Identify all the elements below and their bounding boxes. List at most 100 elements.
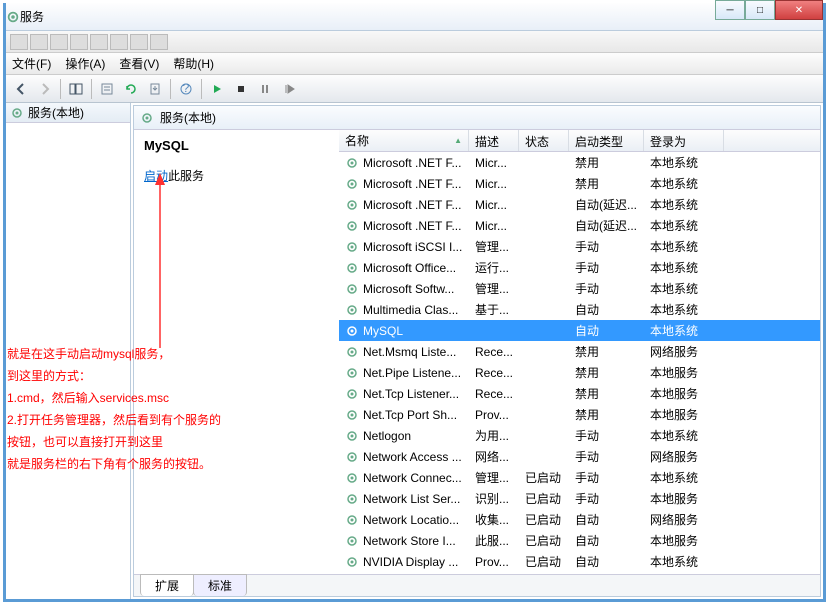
forward-button[interactable]: [34, 78, 56, 100]
menu-file[interactable]: 文件(F): [12, 55, 51, 72]
service-row[interactable]: MySQL自动本地系统: [339, 320, 820, 341]
service-row[interactable]: Net.Msmq Liste... Rece... 禁用网络服务: [339, 341, 820, 362]
service-desc: Micr...: [469, 198, 519, 212]
properties-button[interactable]: [96, 78, 118, 100]
menu-action[interactable]: 操作(A): [65, 55, 105, 72]
gear-icon: [345, 555, 359, 569]
service-row[interactable]: Net.Tcp Listener...Rece...禁用本地服务: [339, 383, 820, 404]
toolbar: ?: [6, 75, 823, 103]
service-startup: 禁用: [569, 343, 644, 360]
export-button[interactable]: [144, 78, 166, 100]
col-header-startup[interactable]: 启动类型: [569, 130, 644, 151]
col-header-status[interactable]: 状态: [519, 130, 569, 151]
start-button[interactable]: [206, 78, 228, 100]
start-service-link[interactable]: 启动: [144, 169, 168, 183]
service-name: MySQL: [363, 324, 403, 338]
separator: [170, 79, 171, 99]
restart-button[interactable]: [278, 78, 300, 100]
service-row[interactable]: Microsoft iSCSI I...管理...手动本地系统: [339, 236, 820, 257]
service-name: Net.Msmq Liste...: [363, 345, 456, 359]
service-row[interactable]: Network List Ser...识别...已启动手动本地服务: [339, 488, 820, 509]
service-row[interactable]: Microsoft Office...运行...手动本地系统: [339, 257, 820, 278]
tab-stub[interactable]: [150, 34, 168, 50]
service-row[interactable]: Network Connec...管理...已启动手动本地系统: [339, 467, 820, 488]
tree-root-label: 服务(本地): [28, 104, 84, 121]
titlebar[interactable]: 服务 ─ □ ✕: [6, 3, 823, 31]
service-row[interactable]: NVIDIA Display ...Prov...已启动自动本地系统: [339, 551, 820, 572]
service-desc: Rece...: [469, 345, 519, 359]
maximize-button[interactable]: □: [745, 0, 775, 20]
menubar: 文件(F) 操作(A) 查看(V) 帮助(H): [6, 53, 823, 75]
tab-stub[interactable]: [50, 34, 68, 50]
close-button[interactable]: ✕: [775, 0, 823, 20]
refresh-button[interactable]: [120, 78, 142, 100]
service-name: Microsoft .NET F...: [363, 156, 461, 170]
service-row[interactable]: Net.Tcp Port Sh...Prov...禁用本地服务: [339, 404, 820, 425]
tab-stub[interactable]: [130, 34, 148, 50]
back-button[interactable]: [10, 78, 32, 100]
service-row[interactable]: Network Store I...此服...已启动自动本地服务: [339, 530, 820, 551]
service-desc: 管理...: [469, 280, 519, 297]
service-row[interactable]: Net.Pipe Listene...Rece...禁用本地服务: [339, 362, 820, 383]
service-row[interactable]: Microsoft .NET F...Micr...禁用本地系统: [339, 173, 820, 194]
tab-stub[interactable]: [70, 34, 88, 50]
tree-root-item[interactable]: 服务(本地): [6, 103, 130, 123]
tree-pane[interactable]: 服务(本地): [6, 103, 131, 599]
col-header-logon[interactable]: 登录为: [644, 130, 724, 151]
service-desc: 收集...: [469, 511, 519, 528]
service-logon: 本地系统: [644, 280, 724, 297]
service-logon: 网络服务: [644, 448, 724, 465]
service-desc: 运行...: [469, 259, 519, 276]
stop-button[interactable]: [230, 78, 252, 100]
service-row[interactable]: Microsoft .NET F...Micr...自动(延迟...本地系统: [339, 215, 820, 236]
service-logon: 本地系统: [644, 175, 724, 192]
services-window: 服务 ─ □ ✕ 文件(F) 操作(A) 查看(V) 帮助(H) ?: [3, 3, 826, 602]
service-logon: 本地服务: [644, 532, 724, 549]
service-desc: Micr...: [469, 177, 519, 191]
service-desc: 为用...: [469, 427, 519, 444]
service-row[interactable]: Multimedia Clas...基于...自动本地系统: [339, 299, 820, 320]
col-header-desc[interactable]: 描述: [469, 130, 519, 151]
service-logon: 本地服务: [644, 385, 724, 402]
gear-icon: [345, 240, 359, 254]
service-logon: 本地系统: [644, 217, 724, 234]
service-startup: 自动(延迟...: [569, 196, 644, 213]
col-header-name[interactable]: 名称▲: [339, 130, 469, 151]
tab-stub[interactable]: [110, 34, 128, 50]
show-hide-tree-button[interactable]: [65, 78, 87, 100]
tab-stub[interactable]: [10, 34, 28, 50]
service-desc: 管理...: [469, 238, 519, 255]
service-row[interactable]: Network Access ...网络...手动网络服务: [339, 446, 820, 467]
description-pane: MySQL 启动此服务: [134, 130, 339, 574]
separator: [60, 79, 61, 99]
service-row[interactable]: Network Locatio...收集...已启动自动网络服务: [339, 509, 820, 530]
service-startup: 禁用: [569, 364, 644, 381]
service-row[interactable]: Microsoft Softw...管理...手动本地系统: [339, 278, 820, 299]
service-desc: 管理...: [469, 469, 519, 486]
service-row[interactable]: Microsoft .NET F...Micr...禁用本地系统: [339, 152, 820, 173]
service-desc: Micr...: [469, 219, 519, 233]
service-logon: 网络服务: [644, 343, 724, 360]
detail-area: MySQL 启动此服务 名称▲ 描述 状态 启动类型 登录为 Microsoft…: [134, 130, 820, 574]
service-startup: 手动: [569, 259, 644, 276]
tab-extended[interactable]: 扩展: [140, 574, 194, 596]
service-name: Microsoft Office...: [363, 261, 456, 275]
gear-icon: [345, 282, 359, 296]
gear-icon: [345, 261, 359, 275]
service-row[interactable]: Netlogon为用...手动本地系统: [339, 425, 820, 446]
minimize-button[interactable]: ─: [715, 0, 745, 20]
pause-button[interactable]: [254, 78, 276, 100]
tab-standard[interactable]: 标准: [193, 574, 247, 596]
service-name: Microsoft .NET F...: [363, 219, 461, 233]
service-startup: 禁用: [569, 154, 644, 171]
tab-stub[interactable]: [30, 34, 48, 50]
service-action-line: 启动此服务: [144, 167, 329, 184]
help-button[interactable]: ?: [175, 78, 197, 100]
tab-stub[interactable]: [90, 34, 108, 50]
service-status: 已启动: [519, 553, 569, 570]
menu-help[interactable]: 帮助(H): [173, 55, 214, 72]
menu-view[interactable]: 查看(V): [119, 55, 159, 72]
list-rows[interactable]: Microsoft .NET F...Micr...禁用本地系统Microsof…: [339, 152, 820, 574]
service-row[interactable]: Microsoft .NET F...Micr...自动(延迟...本地系统: [339, 194, 820, 215]
service-desc: Rece...: [469, 387, 519, 401]
